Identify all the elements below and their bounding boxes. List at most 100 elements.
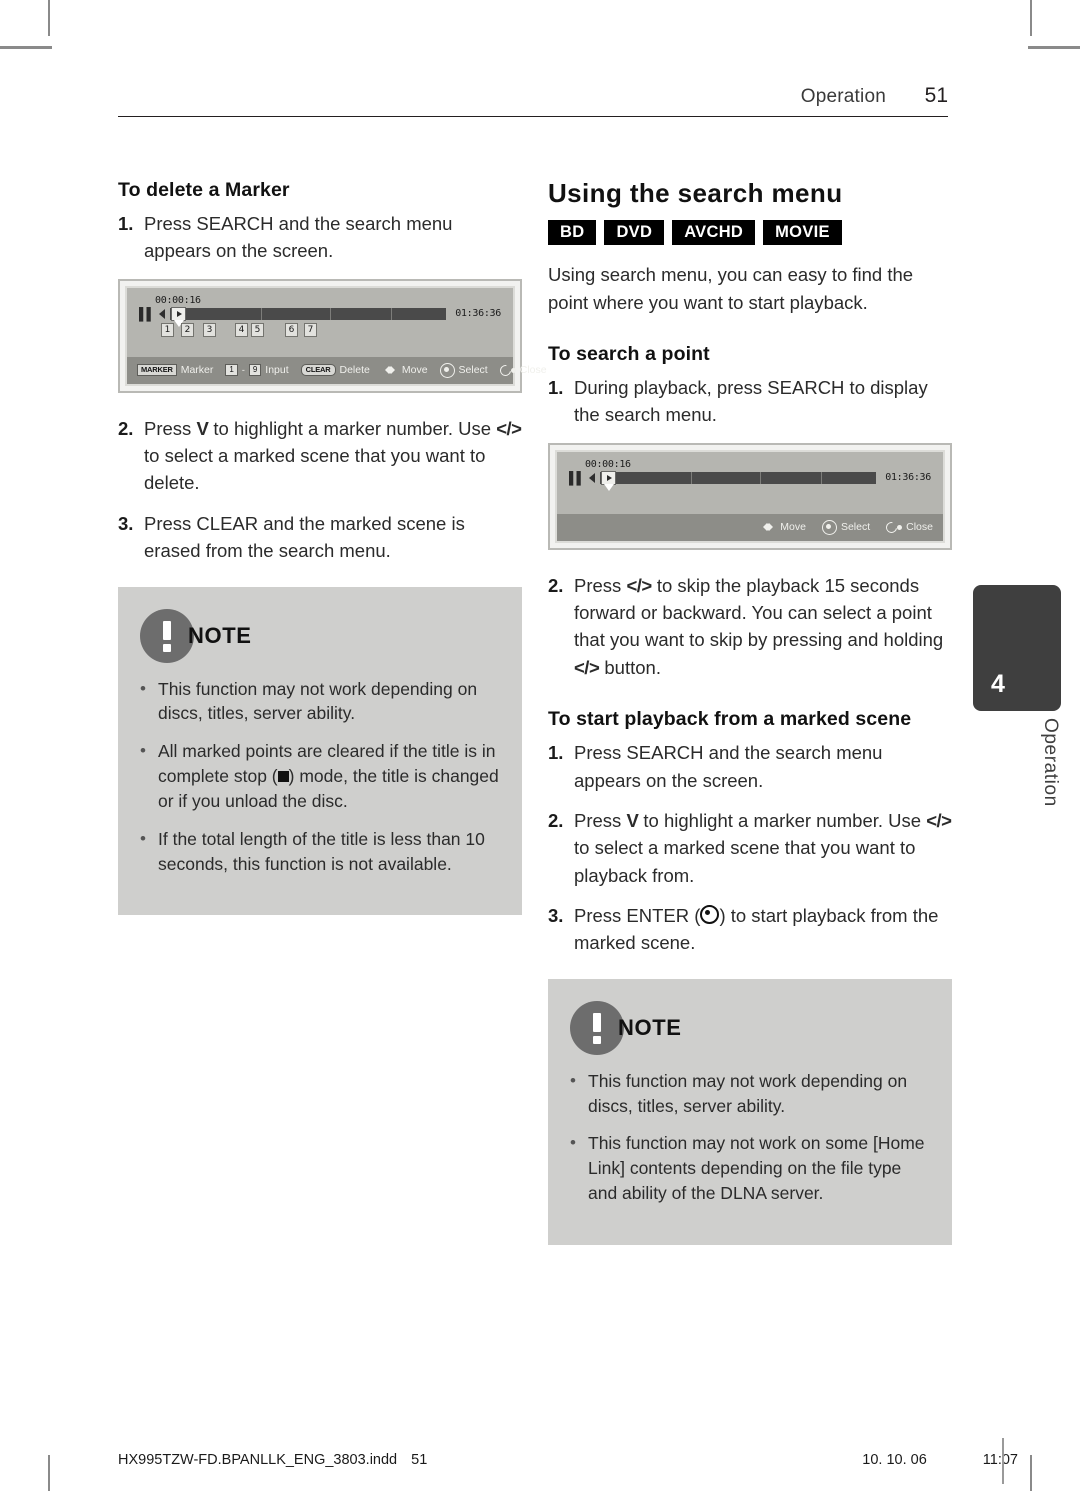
progress-knob[interactable] [601, 470, 617, 485]
osd-spacer [139, 341, 501, 353]
step-delete-2: 2. Press V to highlight a marker number.… [118, 415, 522, 497]
crop-mark-bottom-left [48, 1455, 50, 1491]
crop-mark-bottom-right [1030, 1455, 1032, 1491]
enter-icon [439, 362, 455, 378]
note-item: • This function may not work depending o… [140, 677, 500, 727]
hint-label: Marker [180, 364, 214, 377]
marker-chip[interactable]: 6 [285, 322, 298, 337]
osd-total-time: 01:36:36 [885, 472, 931, 484]
footer-date: 10. 10. 06 [862, 1452, 927, 1468]
header-section-title: Operation [800, 86, 886, 107]
media-format-badges: BD DVD AVCHD MOVIE [548, 219, 952, 246]
osd-hint-bar: Move Select Close [557, 513, 943, 541]
dpad-icon [382, 363, 398, 377]
key-down-label: V [196, 417, 209, 439]
step-number: 2. [548, 574, 564, 596]
hint-select: Select [821, 519, 871, 535]
step-text-mid: to highlight a marker number. Use [638, 809, 927, 831]
note-item-text: This function may not work depending on … [158, 678, 478, 724]
hint-label: Close [906, 521, 933, 534]
bullet-icon: • [570, 1070, 576, 1090]
hint-label: Select [840, 521, 871, 534]
hint-label: Move [401, 364, 428, 377]
footer: HX995TZW-FD.BPANLLK_ENG_3803.indd 51 10.… [118, 1452, 1018, 1468]
step-text-pre: Press [574, 809, 627, 831]
marker-chip[interactable]: 2 [181, 322, 194, 337]
marker-chip[interactable]: 5 [251, 322, 264, 337]
footer-time: 11:07 [982, 1452, 1018, 1468]
step-text: Press ENTER () to start playback from th… [574, 902, 952, 957]
key-range-dash: - [241, 365, 245, 376]
crop-mark-left-top [0, 46, 52, 49]
note-item-text: This function may not work on some [Home… [588, 1133, 925, 1204]
osd-inner: 00:00:16 ▌▌ 01:36:36 1 2 3 4 5 6 7 MARKE… [125, 285, 547, 386]
marker-chip[interactable]: 1 [161, 322, 174, 337]
note-item: • If the total length of the title is le… [140, 827, 500, 877]
progress-segment-divider [760, 471, 762, 484]
note-item-text: This function may not work depending on … [588, 1070, 908, 1116]
bullet-icon: • [140, 828, 146, 848]
osd-progress-row: ▌▌ 01:36:36 [569, 470, 931, 491]
key-leftright-label: </> [574, 656, 600, 678]
progress-segment-divider [691, 471, 693, 484]
search-menu-figure-marker: 00:00:16 ▌▌ 01:36:36 1 2 3 4 5 6 7 MARKE… [118, 278, 547, 393]
page-header: Operation 51 [118, 84, 948, 117]
search-menu-figure-point: 00:00:16 ▌▌ 01:36:36 Move Select Close [548, 442, 952, 550]
crop-mark-top-right [1030, 0, 1032, 36]
marker-chip[interactable]: 7 [304, 322, 317, 337]
hint-delete: CLEAR Delete [300, 364, 370, 377]
step-search-1: 1. During playback, press SEARCH to disp… [548, 374, 952, 429]
marker-chip[interactable]: 3 [203, 322, 216, 337]
marker-key-icon: MARKER [137, 364, 177, 377]
note-title: NOTE [618, 1014, 682, 1040]
crop-mark-top-left [48, 0, 50, 36]
hint-label: Delete [339, 364, 370, 377]
note-box-delete-marker: NOTE • This function may not work depend… [118, 586, 522, 916]
bullet-icon: • [140, 678, 146, 698]
pause-icon: ▌▌ [569, 470, 585, 485]
marker-chip[interactable]: 4 [235, 322, 248, 337]
step-text: Press </> to skip the playback 15 second… [574, 572, 952, 682]
number-key-from-icon: 1 [225, 364, 238, 377]
key-leftright-label: </> [926, 809, 952, 831]
step-text-post: to select a marked scene that you want t… [144, 445, 486, 494]
note-header: NOTE [570, 1000, 930, 1055]
step-delete-3: 3. Press CLEAR and the marked scene is e… [118, 510, 522, 565]
osd-progress-row: ▌▌ 01:36:36 [139, 306, 501, 327]
key-leftright-label: </> [496, 417, 522, 439]
step-text: Press CLEAR and the marked scene is eras… [144, 512, 465, 562]
osd-hint-bar: MARKER Marker 1 - 9 Input CLEAR Delete M… [127, 356, 547, 384]
intro-paragraph: Using search menu, you can easy to find … [548, 264, 914, 313]
osd-playback-area: 00:00:16 ▌▌ 01:36:36 [557, 451, 943, 514]
note-title: NOTE [188, 622, 252, 648]
step-text-mid: to highlight a marker number. Use [208, 417, 497, 439]
footer-filename: HX995TZW-FD.BPANLLK_ENG_3803.indd [118, 1452, 398, 1468]
progress-knob[interactable] [171, 306, 187, 321]
osd-spacer [569, 484, 931, 510]
step-delete-1: 1. Press SEARCH and the search menu appe… [118, 210, 522, 265]
note-item-text: All marked points are cleared if the tit… [158, 739, 500, 814]
osd-inner: 00:00:16 ▌▌ 01:36:36 Move Select Close [555, 449, 945, 543]
hint-label: Select [458, 364, 488, 377]
step-number: 2. [548, 809, 564, 831]
hint-marker: MARKER Marker [137, 364, 214, 377]
heading-to-search-a-point: To search a point [548, 342, 710, 365]
step-playback-3: 3. Press ENTER () to start playback from… [548, 902, 952, 957]
step-playback-2: 2. Press V to highlight a marker number.… [548, 807, 952, 889]
step-text: Press V to highlight a marker number. Us… [144, 415, 522, 497]
footer-divider [1002, 1438, 1004, 1484]
progress-track [600, 470, 877, 491]
close-icon [500, 364, 516, 376]
hint-close: Close [500, 364, 547, 376]
step-text: Press SEARCH and the search menu appears… [144, 212, 453, 262]
number-key-to-icon: 9 [248, 364, 262, 377]
step-number: 1. [118, 212, 134, 234]
hint-label: Input [265, 364, 289, 377]
step-number: 3. [118, 512, 134, 534]
step-text-post: to select a marked scene that you want t… [574, 837, 916, 886]
step-text-post: button. [599, 656, 661, 678]
scrub-left-arrow-icon [589, 472, 596, 483]
badge-dvd: DVD [604, 219, 665, 246]
step-text-pre: Press [144, 417, 197, 439]
hint-move: Move [382, 363, 428, 377]
